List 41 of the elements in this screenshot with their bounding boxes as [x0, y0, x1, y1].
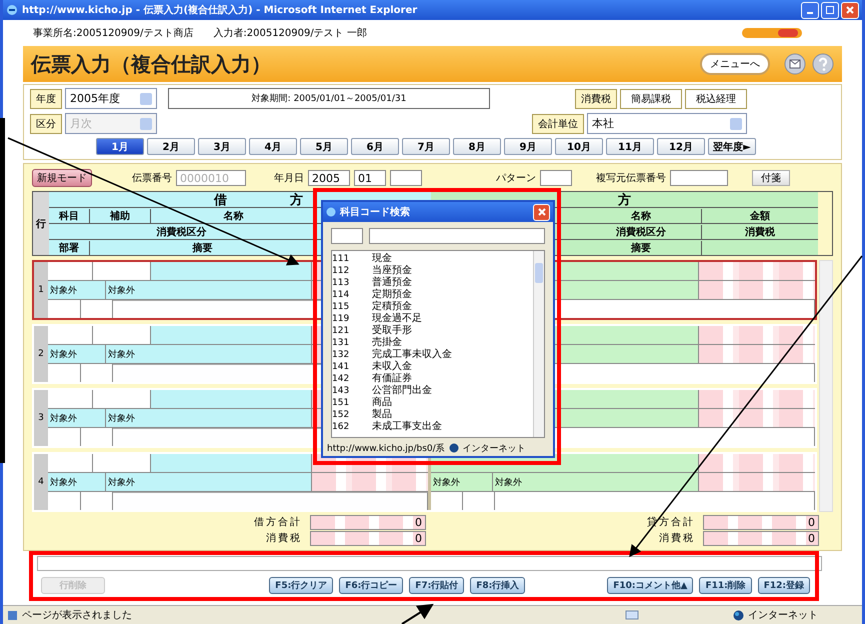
- operator-label: 入力者:2005120909/テスト 一郎: [213, 26, 367, 40]
- period-text: 対象期間: 2005/01/01～2005/01/31: [168, 88, 490, 109]
- total-value: 0: [310, 514, 426, 530]
- column-header: 部署: [49, 240, 90, 254]
- tax-total-label: 消費税: [659, 532, 695, 545]
- date-label: 年月日: [274, 172, 304, 185]
- tax-total-value: 0: [310, 530, 426, 546]
- popup-title: 科目コード検索: [340, 206, 410, 219]
- division-label: 区分: [30, 114, 62, 134]
- zone-text: インターネット: [748, 609, 818, 622]
- voucher-number-label: 伝票番号: [132, 172, 172, 185]
- row-header: 行: [33, 192, 49, 255]
- column-header: 金額: [749, 210, 771, 222]
- column-header: 消費税区分: [156, 226, 208, 238]
- page-title: 伝票入力（複合仕訳入力）: [31, 50, 271, 78]
- copy-source-label: 複写元伝票番号: [596, 172, 666, 185]
- window-title: http://www.kicho.jp - 伝票入力(複合仕訳入力) - Microsoft Internet Explorer: [22, 4, 418, 17]
- office-label: 事業所名:2005120909/テスト商店: [33, 26, 194, 40]
- column-header: 摘要: [191, 241, 214, 254]
- year-label: 年度: [30, 88, 62, 108]
- column-header: 科目: [49, 208, 90, 222]
- column-header: 名称: [222, 210, 244, 222]
- unit-label: 会計単位: [532, 114, 584, 134]
- tax-total-value: 0: [703, 530, 819, 546]
- total-label: 借方合計: [254, 516, 302, 529]
- status-text: ページが表示されました: [22, 608, 132, 622]
- row-number: 3: [34, 390, 48, 446]
- row-number: 1: [34, 262, 48, 318]
- debit-heading: 借 方: [214, 192, 309, 208]
- total-value: 0: [703, 514, 819, 530]
- row-number: 4: [34, 454, 48, 510]
- tax-label: 消費税: [575, 88, 617, 108]
- popup-zone-text: インターネット: [462, 442, 526, 454]
- tax-accounting: 税込経理: [685, 88, 747, 108]
- tax-total-label: 消費税: [266, 532, 302, 545]
- popup-status-url: http://www.kicho.jp/bs0/系: [327, 442, 445, 454]
- pattern-label: パターン: [496, 172, 536, 185]
- tax-method: 簡易課税: [620, 88, 682, 108]
- column-header: 補助: [90, 208, 151, 222]
- row-number: 2: [34, 326, 48, 382]
- column-header: 消費税: [744, 226, 776, 238]
